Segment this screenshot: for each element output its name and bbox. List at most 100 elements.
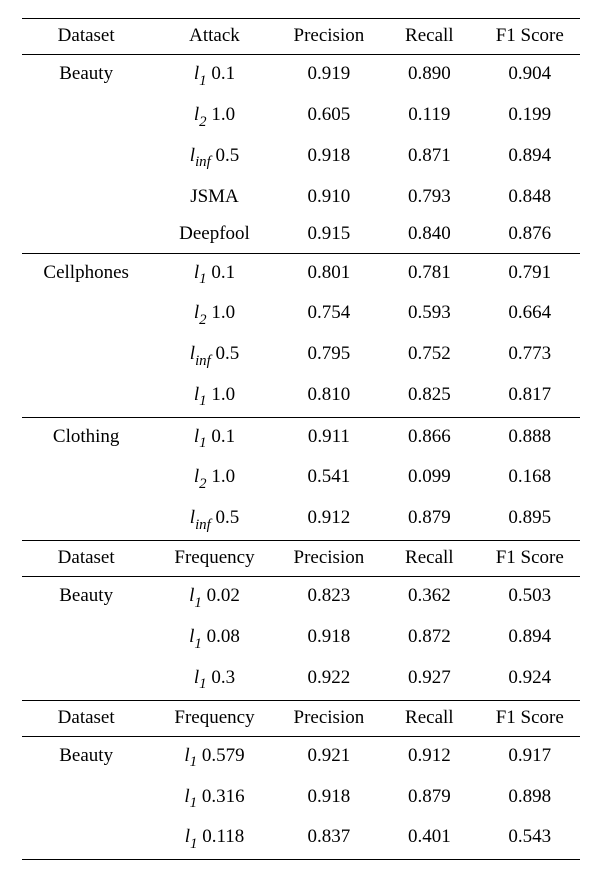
dataset-cell [22, 618, 150, 659]
recall-cell: 0.890 [379, 55, 479, 96]
precision-cell: 0.915 [279, 215, 379, 253]
precision-cell: 0.810 [279, 376, 379, 417]
dataset-cell: Beauty [22, 55, 150, 96]
recall-cell: 0.879 [379, 778, 479, 819]
attack-cell: l1 0.1 [150, 55, 278, 96]
attack-plain: JSMA [190, 186, 239, 207]
dataset-cell: Beauty [22, 736, 150, 777]
recall-cell: 0.912 [379, 736, 479, 777]
l-norm-index: 1 [199, 271, 206, 287]
attack-value: 0.579 [202, 745, 245, 766]
attack-cell: l1 0.118 [150, 818, 278, 859]
col-recall: Recall [379, 540, 479, 576]
f1-cell: 0.791 [480, 253, 580, 294]
attack-value: 0.1 [211, 63, 235, 84]
attack-cell: linf 0.5 [150, 137, 278, 178]
col-f1: F1 Score [480, 700, 580, 736]
precision-cell: 0.918 [279, 618, 379, 659]
attack-value: 1.0 [211, 302, 235, 323]
table-row: l1 0.080.9180.8720.894 [22, 618, 580, 659]
recall-cell: 0.871 [379, 137, 479, 178]
table-row: Beautyl1 0.5790.9210.9120.917 [22, 736, 580, 777]
l-norm-index: 2 [199, 114, 206, 130]
table-row: linf 0.50.9180.8710.894 [22, 137, 580, 178]
recall-cell: 0.752 [379, 335, 479, 376]
recall-cell: 0.872 [379, 618, 479, 659]
l-norm-index: 1 [199, 393, 206, 409]
dataset-cell [22, 215, 150, 253]
col-dataset: Dataset [22, 19, 150, 55]
l-norm-index: 1 [199, 73, 206, 89]
l-norm-index: 1 [190, 754, 197, 770]
table-row: l1 1.00.8100.8250.817 [22, 376, 580, 417]
attack-value: 0.5 [215, 145, 239, 166]
precision-cell: 0.823 [279, 577, 379, 618]
dataset-cell [22, 137, 150, 178]
attack-cell: l1 0.08 [150, 618, 278, 659]
attack-plain: Deepfool [179, 223, 250, 244]
attack-value: 0.02 [207, 585, 240, 606]
attack-value: 1.0 [211, 104, 235, 125]
dataset-cell [22, 818, 150, 859]
precision-cell: 0.912 [279, 499, 379, 540]
table-row: l1 0.3160.9180.8790.898 [22, 778, 580, 819]
col-attack: Attack [150, 19, 278, 55]
dataset-cell [22, 778, 150, 819]
f1-cell: 0.876 [480, 215, 580, 253]
dataset-cell [22, 376, 150, 417]
attack-cell: l2 1.0 [150, 96, 278, 137]
l-symbol: l [184, 786, 189, 807]
dataset-cell: Cellphones [22, 253, 150, 294]
table-row: Clothingl1 0.10.9110.8660.888 [22, 417, 580, 458]
f1-cell: 0.773 [480, 335, 580, 376]
col-precision: Precision [279, 540, 379, 576]
attack-cell: l1 0.579 [150, 736, 278, 777]
table-header-row: DatasetFrequencyPrecisionRecallF1 Score [22, 700, 580, 736]
f1-cell: 0.894 [480, 137, 580, 178]
precision-cell: 0.541 [279, 458, 379, 499]
attack-value: 1.0 [211, 466, 235, 487]
table-row: JSMA0.9100.7930.848 [22, 178, 580, 215]
table-row: l2 1.00.6050.1190.199 [22, 96, 580, 137]
attack-cell: l1 0.1 [150, 417, 278, 458]
recall-cell: 0.119 [379, 96, 479, 137]
table-row: Beautyl1 0.020.8230.3620.503 [22, 577, 580, 618]
f1-cell: 0.904 [480, 55, 580, 96]
f1-cell: 0.199 [480, 96, 580, 137]
attack-value: 0.3 [211, 667, 235, 688]
table-row: l1 0.1180.8370.4010.543 [22, 818, 580, 859]
attack-cell: l1 0.1 [150, 253, 278, 294]
dataset-cell: Clothing [22, 417, 150, 458]
attack-cell: l2 1.0 [150, 294, 278, 335]
dataset-cell [22, 178, 150, 215]
f1-cell: 0.888 [480, 417, 580, 458]
precision-cell: 0.911 [279, 417, 379, 458]
precision-cell: 0.837 [279, 818, 379, 859]
attack-cell: Deepfool [150, 215, 278, 253]
col-f1: F1 Score [480, 19, 580, 55]
dataset-cell [22, 499, 150, 540]
attack-cell: l1 1.0 [150, 376, 278, 417]
attack-value: 0.1 [211, 262, 235, 283]
recall-cell: 0.362 [379, 577, 479, 618]
dataset-cell: Beauty [22, 577, 150, 618]
attack-cell: linf 0.5 [150, 335, 278, 376]
col-f1: F1 Score [480, 540, 580, 576]
f1-cell: 0.503 [480, 577, 580, 618]
col-precision: Precision [279, 700, 379, 736]
recall-cell: 0.866 [379, 417, 479, 458]
recall-cell: 0.825 [379, 376, 479, 417]
l-norm-index: inf [195, 353, 211, 369]
table-row: Beautyl1 0.10.9190.8900.904 [22, 55, 580, 96]
recall-cell: 0.793 [379, 178, 479, 215]
f1-cell: 0.895 [480, 499, 580, 540]
l-norm-index: 1 [194, 595, 201, 611]
recall-cell: 0.879 [379, 499, 479, 540]
attack-cell: l1 0.02 [150, 577, 278, 618]
dataset-cell [22, 96, 150, 137]
col-recall: Recall [379, 700, 479, 736]
recall-cell: 0.781 [379, 253, 479, 294]
table-row: l1 0.30.9220.9270.924 [22, 659, 580, 700]
precision-cell: 0.754 [279, 294, 379, 335]
l-symbol: l [184, 745, 189, 766]
